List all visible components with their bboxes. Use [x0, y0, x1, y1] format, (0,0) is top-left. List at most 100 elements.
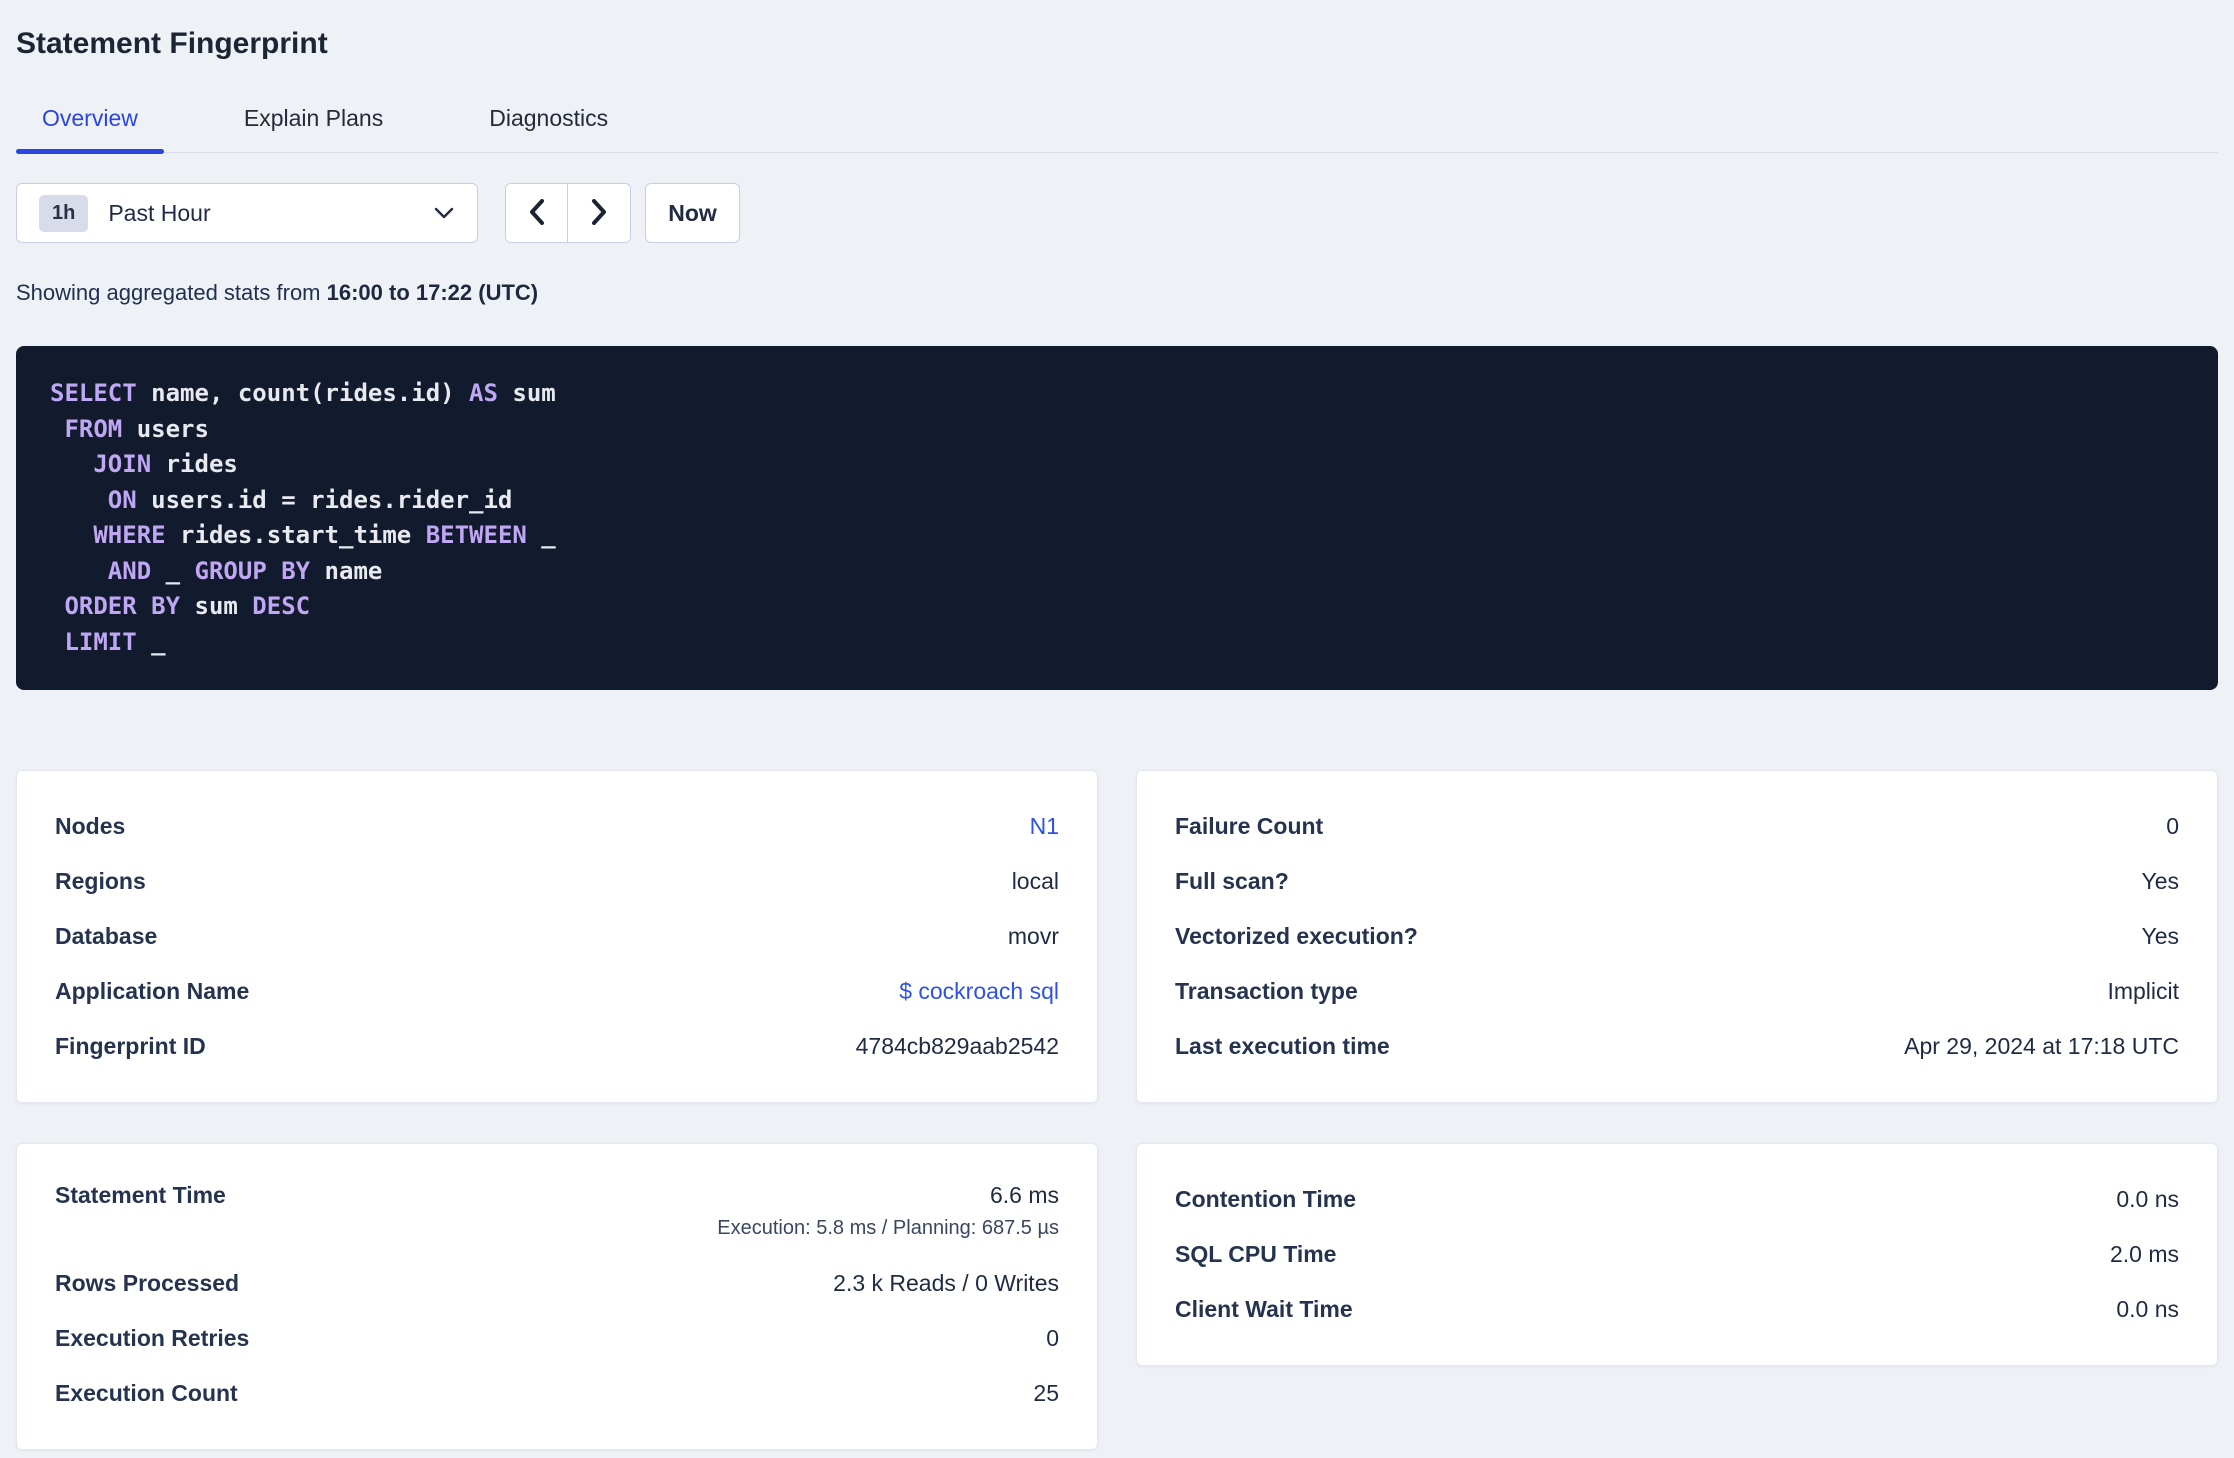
stat-label: Last execution time	[1175, 1033, 1390, 1059]
stat-row: Execution Retries 0	[55, 1311, 1059, 1366]
panel-execution-attributes-rows: Failure Count 0 Full scan? Yes Vectorized ex…	[1175, 799, 2179, 1074]
stat-label: Contention Time	[1175, 1186, 1357, 1212]
stat-row: Rows Processed 2.3 k Reads / 0 Writes	[55, 1256, 1059, 1311]
time-range-arrows	[505, 183, 631, 243]
stat-row: Contention Time 0.0 ns	[1175, 1172, 2179, 1227]
stat-value-group: 0.0 ns	[2116, 1296, 2179, 1323]
stat-value-group: Apr 29, 2024 at 17:18 UTC	[1904, 1033, 2179, 1060]
stat-label: Transaction type	[1175, 978, 1358, 1004]
sql-line: WHERE rides.start_time BETWEEN _	[50, 518, 2184, 554]
stat-value-group: Yes	[2141, 923, 2179, 950]
now-button[interactable]: Now	[645, 183, 740, 243]
time-interval-picker[interactable]: 1h Past Hour	[16, 183, 478, 243]
stat-value-group: N1	[1030, 813, 1059, 840]
stat-label: Database	[55, 923, 158, 949]
next-interval-button[interactable]	[568, 184, 630, 242]
aggregation-note: Showing aggregated stats from 16:00 to 1…	[16, 279, 2218, 307]
stat-row: Fingerprint ID 4784cb829aab2542	[55, 1019, 1059, 1074]
sql-text: rides	[151, 450, 238, 478]
sql-keyword: FROM	[64, 414, 123, 443]
sql-keyword: WHERE	[93, 521, 166, 549]
stat-row: Failure Count 0	[1175, 799, 2179, 854]
stat-value-group: 2.3 k Reads / 0 Writes	[833, 1270, 1059, 1297]
stat-value: 6.6 ms	[989, 1182, 1059, 1208]
stat-label: Fingerprint ID	[55, 1033, 206, 1059]
panel-statement-times-rows: Statement Time 6.6 ms Execution: 5.8 ms / …	[55, 1172, 1059, 1421]
panel-wait-times-rows: Contention Time 0.0 ns SQL CPU Time 2.0 ms C…	[1175, 1172, 2179, 1337]
stat-value: Yes	[2141, 868, 2179, 894]
nodes-value-link[interactable]: N1	[1030, 813, 1059, 840]
stat-value-group: 0	[1046, 1325, 1059, 1352]
aggregation-note-range: 16:00 to 17:22 (UTC)	[326, 280, 539, 305]
stat-value-group: Yes	[2141, 868, 2179, 895]
tab-diagnostics-label: Diagnostics	[489, 105, 609, 131]
sql-text: name, count(rides.id)	[136, 379, 470, 407]
stat-row: SQL CPU Time 2.0 ms	[1175, 1227, 2179, 1282]
stat-row: Client Wait Time 0.0 ns	[1175, 1282, 2179, 1337]
tab-diagnostics[interactable]: Diagnostics	[463, 92, 634, 152]
chevron-down-icon	[433, 206, 455, 220]
sql-keyword: GROUP BY	[194, 556, 311, 585]
stat-value: 0	[1046, 1325, 1059, 1351]
stat-value: 25	[1033, 1380, 1059, 1406]
stat-value-group: 0.0 ns	[2116, 1186, 2179, 1213]
panel-execution-attributes: Failure Count 0 Full scan? Yes Vectorized ex…	[1136, 770, 2218, 1103]
sql-line: AND _ GROUP BY name	[50, 554, 2184, 590]
sql-text: _	[526, 521, 556, 549]
tab-explain-plans[interactable]: Explain Plans	[218, 92, 409, 152]
application-name-link[interactable]: $ cockroach sql	[899, 978, 1059, 1005]
stat-label: Execution Count	[55, 1380, 238, 1406]
stat-value: movr	[1007, 923, 1059, 949]
sql-text: _	[151, 556, 195, 585]
stats-grid: Nodes N1 Regions local Database movr Applicati…	[16, 770, 2218, 1450]
stat-value-group: 25	[1033, 1380, 1059, 1407]
stat-value-group: local	[1012, 868, 1059, 895]
stat-value-group: 6.6 ms Execution: 5.8 ms / Planning: 687.…	[717, 1182, 1059, 1240]
panel-statement-details-rows: Nodes N1 Regions local Database movr Applicati…	[55, 799, 1059, 1074]
sql-text: sum	[497, 379, 556, 407]
stat-row: Full scan? Yes	[1175, 854, 2179, 909]
tab-bar: Overview Explain Plans Diagnostics	[16, 92, 2218, 154]
previous-interval-button[interactable]	[506, 184, 569, 242]
stat-value: local	[1011, 868, 1059, 894]
sql-keyword: SELECT	[50, 379, 137, 407]
stat-row: Nodes N1	[55, 799, 1059, 854]
panel-statement-times: Statement Time 6.6 ms Execution: 5.8 ms / …	[16, 1143, 1098, 1450]
sql-text: sum	[180, 592, 253, 620]
sql-line: LIMIT _	[50, 625, 2184, 661]
sql-text: rides.start_time	[165, 521, 426, 549]
stat-value: Implicit	[2107, 978, 2179, 1004]
stat-label: Rows Processed	[55, 1270, 240, 1296]
chevron-right-icon	[588, 197, 610, 230]
stat-label: Execution Retries	[55, 1325, 250, 1351]
sql-text: name	[310, 556, 383, 585]
sql-keyword: ORDER BY	[64, 592, 181, 620]
stat-value: 2.0 ms	[2109, 1241, 2179, 1267]
stat-label: Failure Count	[1175, 813, 1324, 839]
sql-keyword: ON	[107, 485, 137, 514]
sql-keyword: AND	[107, 556, 152, 585]
tab-overview[interactable]: Overview	[16, 92, 164, 154]
stat-row: Regions local	[55, 854, 1059, 909]
sql-keyword: DESC	[252, 592, 311, 620]
stat-value: Apr 29, 2024 at 17:18 UTC	[1904, 1033, 2179, 1059]
stat-value: Yes	[2141, 923, 2179, 949]
stat-value-group: movr	[1008, 923, 1059, 950]
sql-text: users	[122, 414, 209, 443]
panel-wait-times: Contention Time 0.0 ns SQL CPU Time 2.0 ms C…	[1136, 1143, 2218, 1366]
stat-row: Transaction type Implicit	[1175, 964, 2179, 1019]
stat-value: 2.3 k Reads / 0 Writes	[833, 1270, 1059, 1296]
stat-row: Execution Count 25	[55, 1366, 1059, 1421]
sql-line: ON users.id = rides.rider_id	[50, 483, 2184, 519]
sql-keyword: BETWEEN	[425, 521, 527, 549]
stat-row: Statement Time 6.6 ms Execution: 5.8 ms / …	[55, 1172, 1059, 1256]
time-controls: 1h Past Hour Now	[16, 183, 2218, 243]
interval-label: Past Hour	[108, 199, 211, 226]
sql-keyword: JOIN	[93, 450, 152, 478]
stat-row: Application Name $ cockroach sql	[55, 964, 1059, 1019]
sql-line: JOIN rides	[50, 447, 2184, 483]
